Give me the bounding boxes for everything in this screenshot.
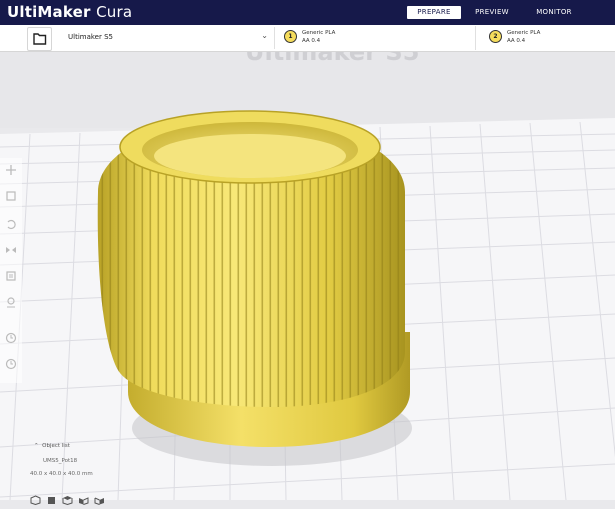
object-dimensions: 40.0 x 40.0 x 40.0 mm [30,471,93,477]
printer-selector[interactable]: Ultimaker S5 ⌄ [60,27,275,49]
3d-viewport[interactable]: Ultimaker S5 [0,52,615,500]
mirror-icon [6,247,16,253]
stage-tabs: PREPARE PREVIEW MONITOR [407,6,585,19]
object-list-title: Object list [42,443,70,449]
history-icon [5,358,17,370]
tab-preview[interactable]: PREVIEW [461,6,523,19]
scale-icon [6,191,16,201]
view-orientation-buttons [30,490,105,506]
view-right-button[interactable] [94,490,105,505]
build-plate-scene: Ultimaker S5 [0,52,615,500]
app-logo: UltiMaker Cura [7,3,132,21]
main-toolbar: Ultimaker S5 ⌄ 1 Generic PLA AA 0.4 2 Ge… [0,25,615,52]
printer-watermark: Ultimaker S5 [245,52,419,66]
per-model-settings-icon [6,271,16,281]
extruder-2-badge: 2 [489,30,502,43]
extruder-1-badge: 1 [284,30,297,43]
brand-name: UltiMaker [7,3,91,21]
mirror-tool-button[interactable] [3,242,19,258]
tool-panel [0,158,22,383]
object-list-toggle[interactable]: ⌃ Object list [34,443,70,449]
scale-tool-button[interactable] [3,188,19,204]
redo-button[interactable] [3,356,19,372]
undo-button[interactable] [3,330,19,346]
view-top-button[interactable] [62,490,73,506]
extruder-2-nozzle: AA 0.4 [507,38,526,44]
extruder-1-material: Generic PLA [302,30,336,36]
cube-left-icon [79,497,89,505]
extruder-1[interactable]: 1 Generic PLA AA 0.4 [284,28,464,48]
cube-right-icon [94,497,104,505]
move-tool-button[interactable] [3,162,19,178]
object-file-name[interactable]: UMS5_Pot18 [43,458,77,464]
view-left-button[interactable] [78,490,89,505]
per-model-settings-button[interactable] [3,268,19,284]
app-header: UltiMaker Cura PREPARE PREVIEW MONITOR [0,0,615,25]
cube-front-icon [48,497,55,504]
folder-icon [33,33,47,45]
open-file-button[interactable] [27,27,52,51]
support-blocker-icon [7,297,15,308]
tab-monitor[interactable]: MONITOR [523,6,585,19]
rotate-icon [7,219,16,230]
support-blocker-button[interactable] [3,294,19,310]
object-list: ⌃ Object list UMS5_Pot18 40.0 x 40.0 x 4… [30,443,150,506]
chevron-up-icon: ⌃ [34,443,39,449]
view-3d-button[interactable] [30,490,41,506]
chevron-down-icon: ⌄ [261,31,268,40]
toolbar-divider [475,26,476,50]
move-icon [6,165,16,175]
view-front-button[interactable] [46,490,57,504]
extruder-1-nozzle: AA 0.4 [302,38,321,44]
extruder-2-material: Generic PLA [507,30,541,36]
printer-name: Ultimaker S5 [68,33,113,41]
tab-prepare[interactable]: PREPARE [407,6,461,19]
extruder-2[interactable]: 2 Generic PLA AA 0.4 [489,28,609,48]
history-icon [5,332,17,344]
cube-icon [30,495,41,506]
cube-top-icon [62,496,73,506]
brand-product: Cura [96,3,133,21]
rotate-tool-button[interactable] [3,216,19,232]
